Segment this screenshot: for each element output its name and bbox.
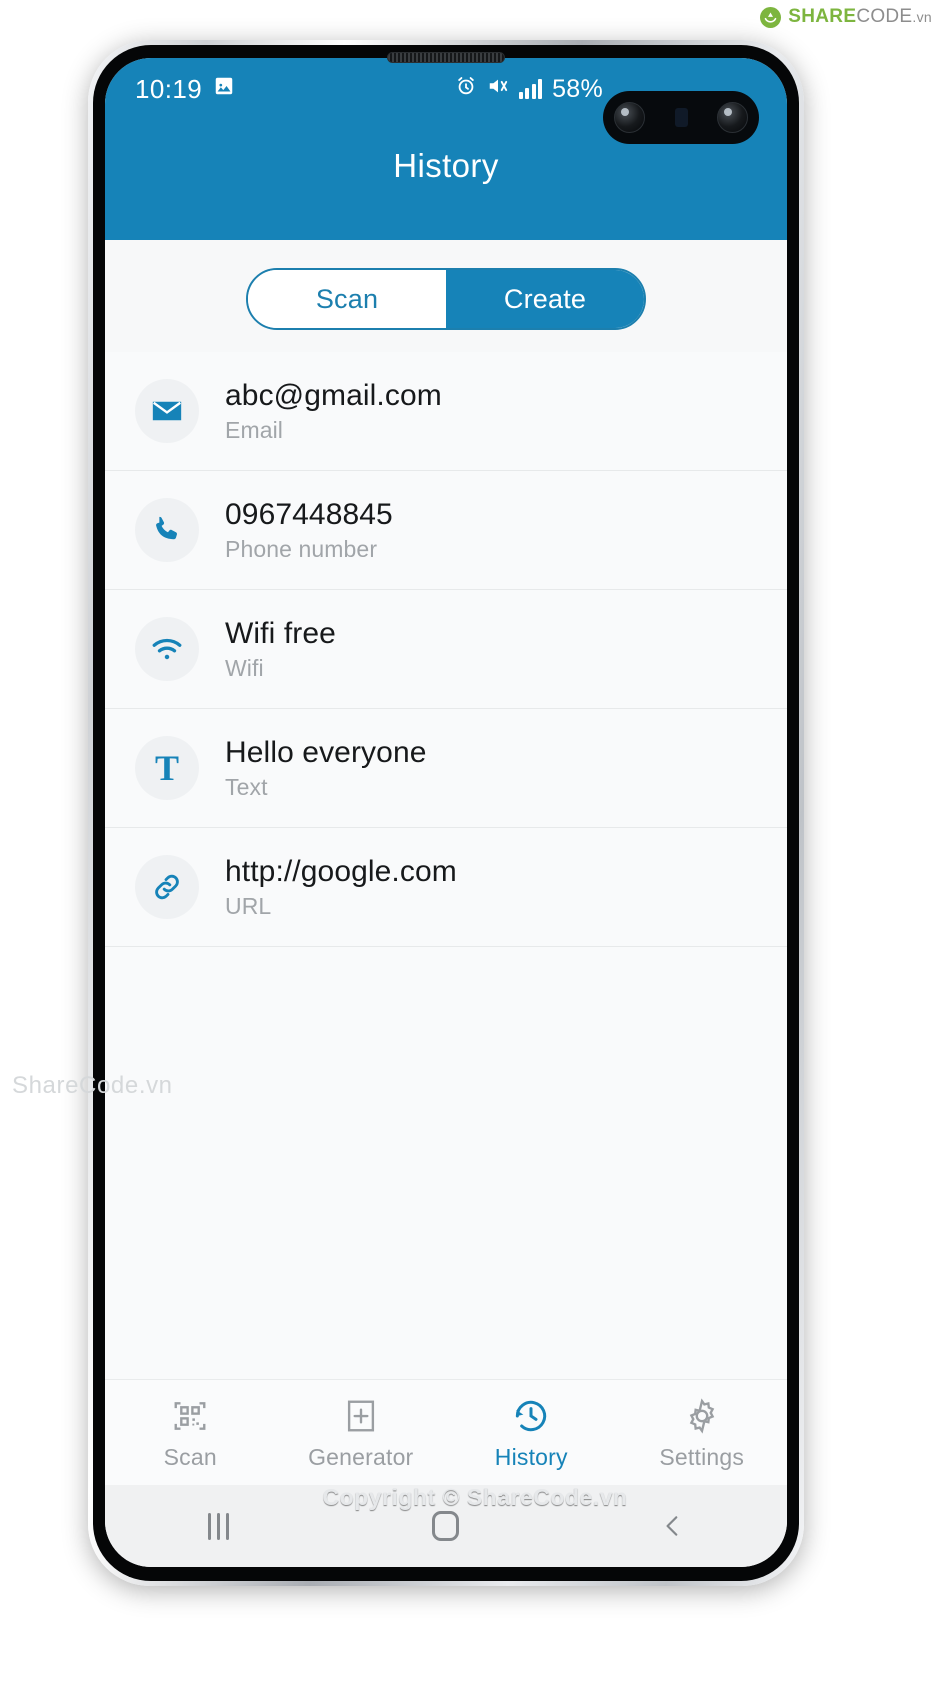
history-item-subtitle: Text <box>225 773 268 800</box>
tab-scan[interactable]: Scan <box>105 1395 276 1471</box>
wifi-icon <box>135 617 199 681</box>
recents-icon[interactable] <box>105 1512 332 1540</box>
recycle-icon <box>760 6 782 28</box>
phone-bezel: 10:19 58% History Scan Create abc@gmail.… <box>93 45 799 1581</box>
phone-screen: 10:19 58% History Scan Create abc@gmail.… <box>105 58 787 1567</box>
history-item-subtitle: Email <box>225 416 284 443</box>
history-item-title: http://google.com <box>225 854 457 888</box>
history-item-url[interactable]: http://google.com URL <box>105 828 787 947</box>
bottom-tab-bar: Scan Generator History Settings <box>105 1379 787 1485</box>
back-icon[interactable] <box>560 1511 787 1541</box>
signal-bars-icon <box>518 79 543 99</box>
tab-label: Scan <box>163 1443 217 1470</box>
phone-icon <box>135 498 199 562</box>
home-icon[interactable] <box>332 1511 559 1541</box>
link-icon <box>135 855 199 919</box>
tab-label: Settings <box>659 1443 745 1470</box>
app-header: 10:19 58% History <box>105 58 787 240</box>
history-item-phone[interactable]: 0967448845 Phone number <box>105 471 787 590</box>
tab-label: History <box>494 1443 568 1470</box>
history-item-text[interactable]: T Hello everyone Text <box>105 709 787 828</box>
phone-device: 10:19 58% History Scan Create abc@gmail.… <box>88 40 804 1586</box>
brand-share-text: SHARE <box>788 6 857 27</box>
history-item-title: 0967448845 <box>225 497 393 531</box>
history-item-title: abc@gmail.com <box>225 378 442 412</box>
qr-code-icon <box>171 1395 209 1437</box>
history-item-title: Hello everyone <box>225 735 427 769</box>
brand-code-text: CODE <box>856 6 913 27</box>
text-icon: T <box>135 736 199 800</box>
camera-sensor <box>674 108 688 127</box>
mute-vibrate-icon <box>487 75 509 104</box>
system-navigation-bar <box>105 1485 787 1567</box>
tab-generator[interactable]: Generator <box>276 1395 447 1471</box>
segmented-control-wrap: Scan Create <box>105 240 787 352</box>
segment-scan[interactable]: Scan <box>248 270 446 328</box>
email-icon <box>135 379 199 443</box>
segmented-control: Scan Create <box>246 268 646 330</box>
sharecode-logo: SHARECODE.vn <box>760 6 932 28</box>
camera-cutout <box>603 91 759 144</box>
tab-label: Generator <box>308 1443 414 1470</box>
tab-history[interactable]: History <box>446 1395 617 1471</box>
history-item-subtitle: Phone number <box>225 535 378 562</box>
history-item-subtitle: Wifi <box>225 654 264 681</box>
status-battery: 58% <box>552 74 603 103</box>
history-list: abc@gmail.com Email 0967448845 Phone num… <box>105 352 787 1379</box>
clock-history-icon <box>511 1395 551 1437</box>
history-item-subtitle: URL <box>225 892 272 919</box>
earpiece-speaker <box>387 52 505 63</box>
history-item-email[interactable]: abc@gmail.com Email <box>105 352 787 471</box>
gear-icon <box>683 1395 721 1437</box>
alarm-icon <box>455 75 477 104</box>
plus-box-icon <box>342 1395 380 1437</box>
segment-create[interactable]: Create <box>446 270 644 328</box>
status-time: 10:19 <box>135 73 203 104</box>
history-item-title: Wifi free <box>225 616 336 650</box>
tab-settings[interactable]: Settings <box>617 1395 788 1471</box>
history-item-wifi[interactable]: Wifi free Wifi <box>105 590 787 709</box>
image-icon <box>213 75 235 104</box>
front-camera-lens-right <box>717 102 748 133</box>
brand-tld-text: .vn <box>912 9 932 25</box>
front-camera-lens-left <box>614 102 645 133</box>
